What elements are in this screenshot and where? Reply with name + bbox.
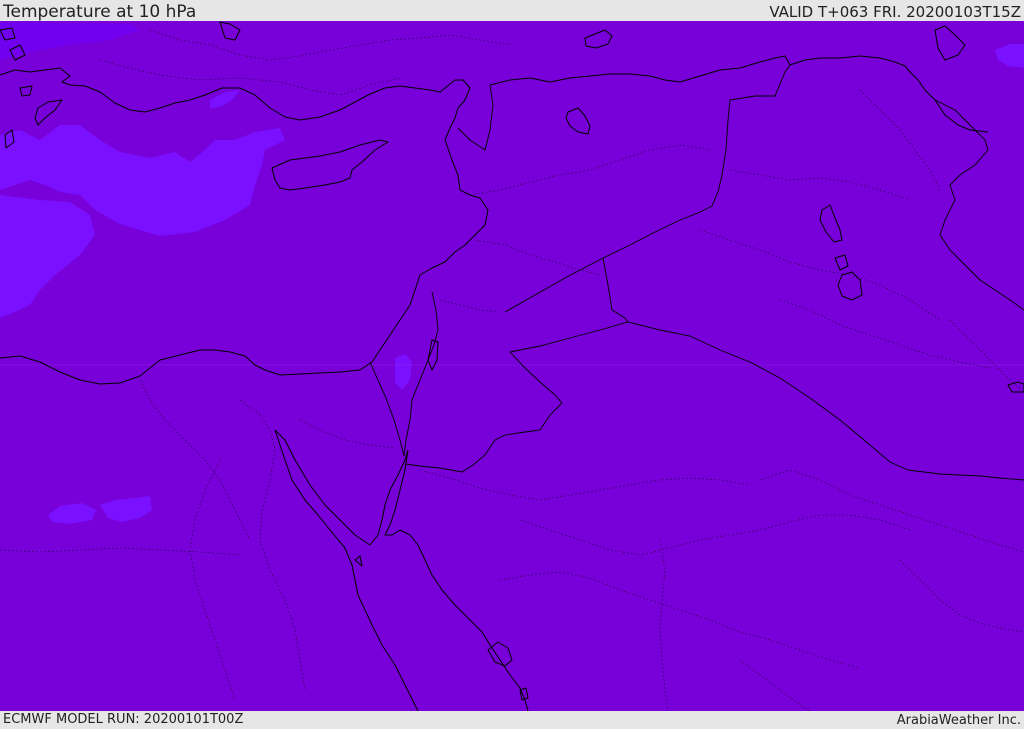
model-run-label: ECMWF MODEL RUN: 20200101T00Z [3, 712, 244, 727]
valid-time-label: VALID T+063 FRI. 20200103T15Z [769, 3, 1021, 21]
map-svg [0, 21, 1024, 711]
map-title: Temperature at 10 hPa [3, 2, 197, 22]
header-bar: Temperature at 10 hPa VALID T+063 FRI. 2… [0, 0, 1024, 21]
temperature-field [0, 21, 1024, 711]
credit-label: ArabiaWeather Inc. [896, 713, 1021, 728]
footer-bar: ECMWF MODEL RUN: 20200101T00Z ArabiaWeat… [0, 711, 1024, 729]
map-canvas[interactable] [0, 21, 1024, 711]
